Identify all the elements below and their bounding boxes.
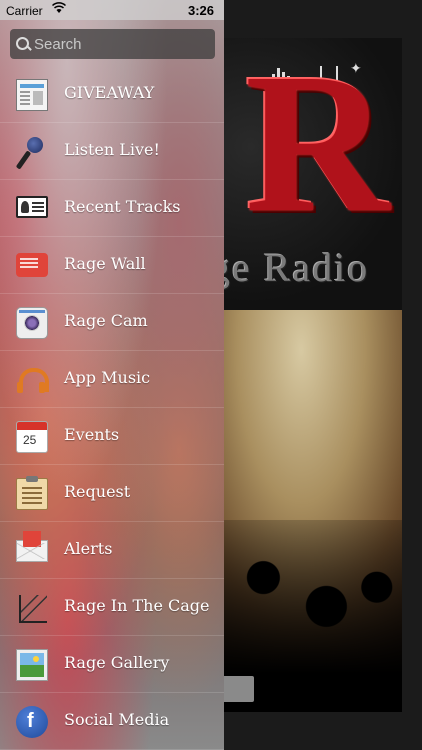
carrier-label: Carrier [6, 4, 43, 18]
menu-item-events[interactable]: 25 Events [0, 408, 224, 465]
contact-card-icon [16, 196, 48, 218]
search-bar[interactable] [10, 29, 215, 59]
headphones-icon [16, 364, 49, 396]
status-bar: Carrier 3:26 [0, 0, 422, 20]
menu-item-label: App Music [64, 368, 151, 387]
logo-letter: R [245, 38, 390, 254]
facebook-icon: f [16, 706, 48, 738]
camera-icon [16, 307, 48, 339]
menu-item-label: Rage In The Cage [64, 596, 210, 615]
menu-item-rage-gallery[interactable]: Rage Gallery [0, 636, 224, 693]
menu-item-label: Events [64, 425, 120, 444]
menu-item-rage-wall[interactable]: Rage Wall [0, 237, 224, 294]
drawer-menu: GIVEAWAY Listen Live! Recent Tracks Rage… [0, 66, 224, 750]
menu-item-label: GIVEAWAY [64, 83, 155, 102]
search-input[interactable] [34, 35, 204, 53]
photo-gallery-icon [16, 649, 48, 681]
newspaper-icon [16, 79, 48, 111]
menu-item-alerts[interactable]: Alerts [0, 522, 224, 579]
menu-item-recent-tracks[interactable]: Recent Tracks [0, 180, 224, 237]
menu-item-listen-live[interactable]: Listen Live! [0, 123, 224, 180]
clipboard-icon [16, 476, 48, 510]
menu-item-label: Rage Wall [64, 254, 146, 273]
menu-item-social-media[interactable]: f Social Media [0, 693, 224, 750]
calendar-icon: 25 [16, 421, 48, 453]
side-drawer: GIVEAWAY Listen Live! Recent Tracks Rage… [0, 0, 224, 750]
menu-item-rage-in-the-cage[interactable]: Rage In The Cage [0, 579, 224, 636]
wifi-icon [51, 2, 67, 17]
menu-item-label: Rage Gallery [64, 653, 170, 672]
clock: 3:26 [188, 3, 215, 18]
menu-item-label: Listen Live! [64, 140, 160, 159]
menu-item-label: Request [64, 482, 131, 501]
menu-item-request[interactable]: Request [0, 465, 224, 522]
menu-item-label: Recent Tracks [64, 197, 181, 216]
chat-bubble-icon [16, 253, 48, 277]
menu-item-giveaway[interactable]: GIVEAWAY [0, 66, 224, 123]
menu-item-label: Rage Cam [64, 311, 148, 330]
calendar-day: 25 [23, 433, 37, 447]
logo-text: ge Radio [210, 245, 370, 290]
graph-icon [16, 592, 48, 624]
menu-item-label: Social Media [64, 710, 170, 729]
menu-item-rage-cam[interactable]: Rage Cam [0, 294, 224, 351]
microphone-icon [16, 136, 48, 168]
menu-item-app-music[interactable]: App Music [0, 351, 224, 408]
search-icon [14, 34, 34, 54]
mail-alert-icon [16, 531, 48, 562]
menu-item-label: Alerts [64, 539, 113, 558]
